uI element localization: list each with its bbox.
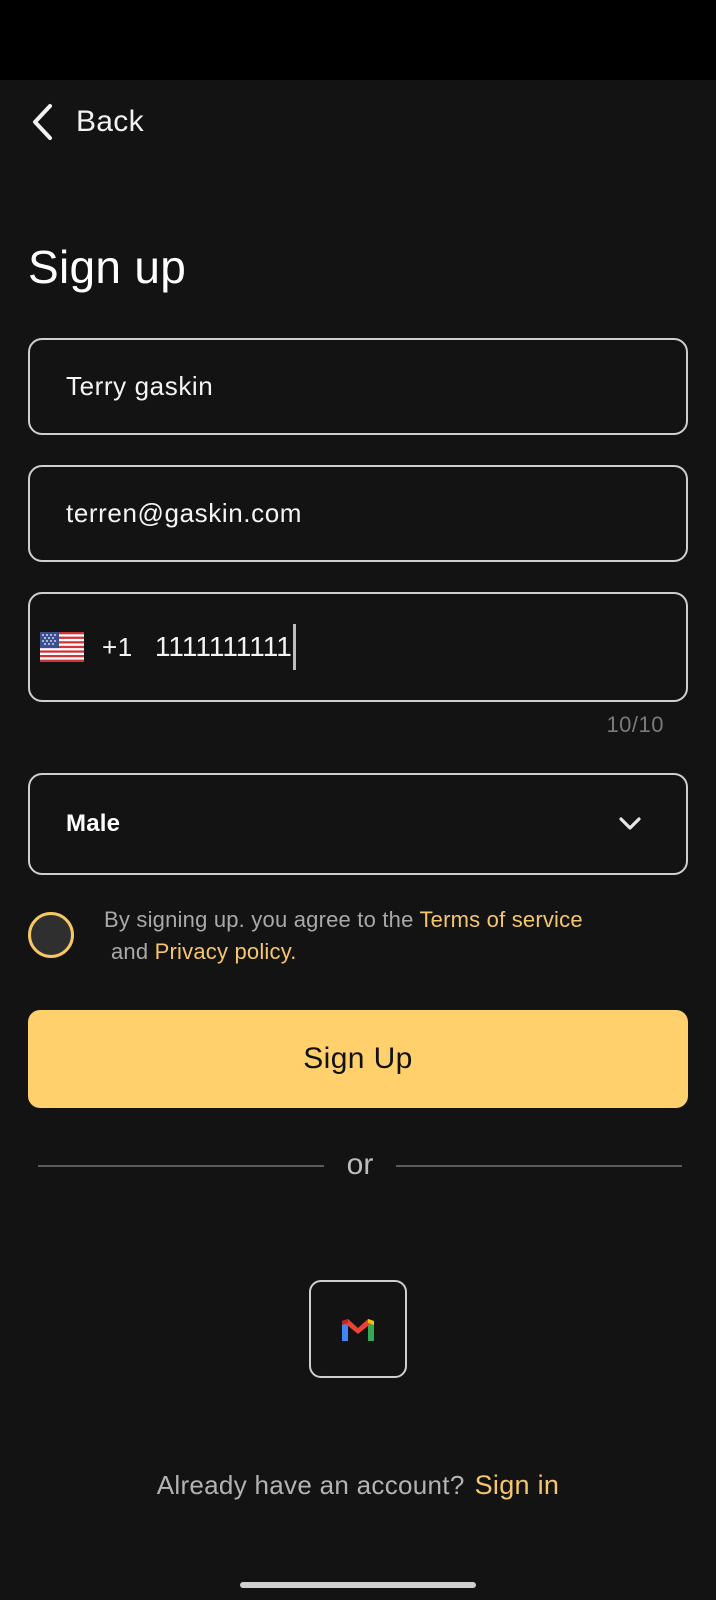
back-label: Back: [76, 105, 144, 138]
terms-agreement-text: By signing up. you agree to the Terms of…: [104, 904, 694, 968]
dial-code: +1: [102, 631, 133, 662]
footer-prompt-text: Already have an account?: [156, 1470, 465, 1500]
phone-number-input[interactable]: 1111111111: [155, 631, 292, 663]
country-flag-selector[interactable]: [38, 632, 84, 662]
home-indicator: [240, 1582, 476, 1588]
footer-signin-prompt: Already have an account? Sign in: [0, 1470, 716, 1501]
phone-field[interactable]: +1 1111111111: [28, 592, 688, 702]
name-field[interactable]: Terry gaskin: [28, 338, 688, 435]
us-flag-icon: [40, 632, 84, 662]
divider-or-label: or: [346, 1148, 374, 1181]
divider-line-right: [396, 1165, 682, 1167]
status-bar: [0, 0, 716, 80]
chevron-left-icon: [30, 102, 56, 142]
name-value: Terry gaskin: [66, 371, 214, 401]
text-caret: [292, 624, 296, 670]
gender-selected-value: Male: [66, 810, 121, 837]
terms-agree-radio[interactable]: [28, 912, 74, 958]
divider-line-left: [38, 1165, 324, 1167]
terms-of-service-link[interactable]: Terms of service: [419, 907, 582, 932]
signup-button[interactable]: Sign Up: [28, 1010, 688, 1108]
privacy-policy-link[interactable]: Privacy policy.: [155, 939, 297, 964]
chevron-down-icon: [619, 817, 641, 830]
email-field[interactable]: terren@gaskin.com: [28, 465, 688, 562]
gender-dropdown[interactable]: Male: [28, 773, 688, 875]
back-button[interactable]: Back: [30, 98, 144, 146]
email-value: terren@gaskin.com: [66, 498, 303, 528]
agreement-text-and: and: [111, 939, 155, 964]
agreement-text-before: By signing up. you agree to the: [104, 907, 420, 932]
signin-link[interactable]: Sign in: [475, 1470, 560, 1500]
phone-character-counter: 10/10: [606, 712, 664, 737]
gmail-icon: [342, 1319, 374, 1341]
gmail-signin-button[interactable]: [309, 1280, 407, 1378]
page-title: Sign up: [28, 241, 187, 293]
